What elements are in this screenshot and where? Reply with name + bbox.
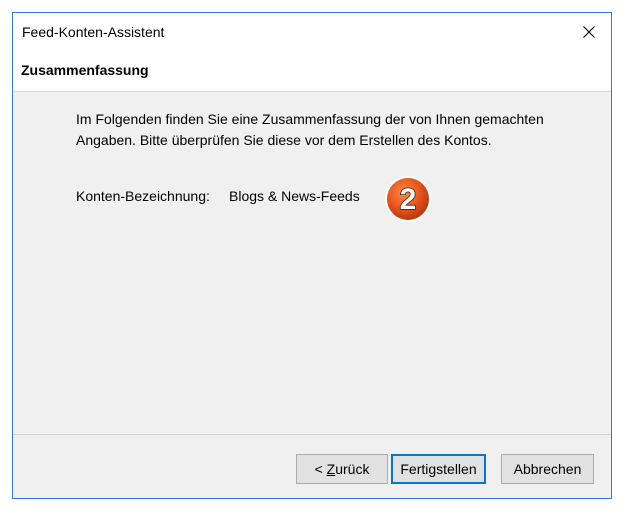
account-name-value: Blogs & News-Feeds bbox=[229, 188, 360, 204]
page-title: Zusammenfassung bbox=[21, 62, 149, 78]
account-name-row: Konten-Bezeichnung: Blogs & News-Feeds bbox=[76, 188, 360, 204]
button-bar: < Zurück Fertigstellen Abbrechen bbox=[13, 435, 611, 498]
summary-content: Im Folgenden finden Sie eine Zusammenfas… bbox=[13, 92, 611, 435]
cancel-button[interactable]: Abbrechen bbox=[501, 454, 594, 484]
title-bar: Feed-Konten-Assistent bbox=[13, 13, 611, 51]
step-number: 2 bbox=[400, 183, 417, 216]
summary-description: Im Folgenden finden Sie eine Zusammenfas… bbox=[76, 111, 544, 148]
back-button-mnemonic: Z bbox=[326, 461, 336, 477]
step-number-badge-icon: 2 bbox=[385, 176, 431, 222]
back-button-label: urück bbox=[335, 461, 370, 477]
account-name-label: Konten-Bezeichnung: bbox=[76, 188, 210, 204]
window-title: Feed-Konten-Assistent bbox=[22, 24, 165, 40]
wizard-window: Feed-Konten-Assistent Zusammenfassung Im… bbox=[12, 12, 612, 499]
close-button[interactable] bbox=[567, 13, 611, 51]
back-button[interactable]: < Zurück bbox=[296, 454, 388, 484]
finish-button[interactable]: Fertigstellen bbox=[391, 454, 486, 484]
close-icon bbox=[583, 26, 595, 38]
page-header: Zusammenfassung bbox=[13, 51, 611, 92]
back-button-prefix: < bbox=[314, 461, 327, 477]
